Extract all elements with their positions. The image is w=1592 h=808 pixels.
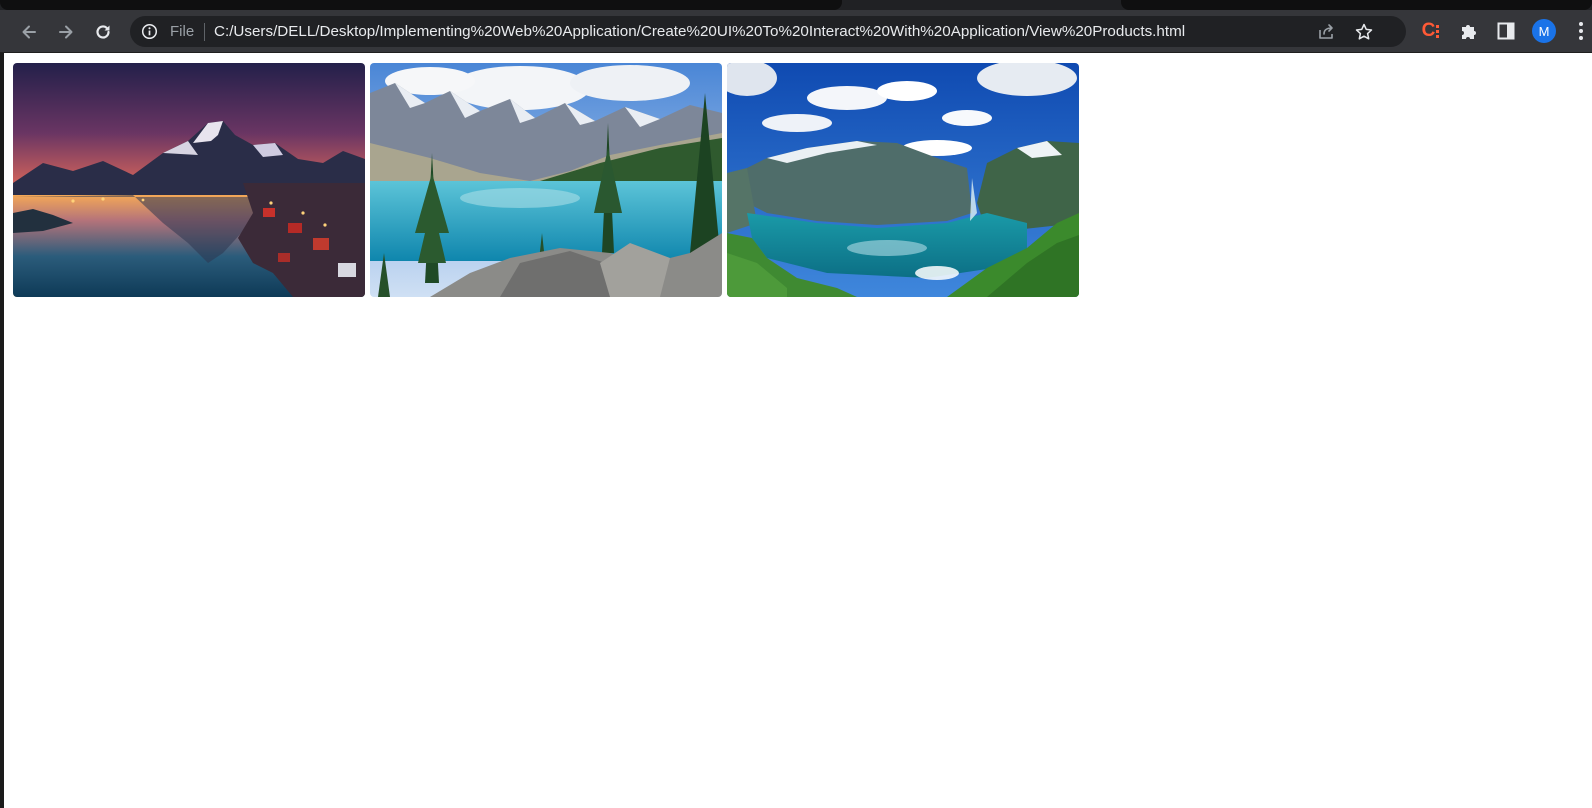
- share-icon[interactable]: [1316, 22, 1336, 42]
- tab-strip: [0, 0, 1592, 10]
- arrow-left-icon: [22, 25, 36, 39]
- tab[interactable]: [0, 0, 842, 10]
- product-image-3[interactable]: [727, 63, 1079, 297]
- reload-icon: [96, 25, 110, 39]
- profile-avatar[interactable]: M: [1532, 19, 1556, 43]
- address-bar[interactable]: File C:/Users/DELL/Desktop/Implementing%…: [130, 16, 1406, 47]
- info-icon[interactable]: [141, 23, 158, 40]
- browser-toolbar: File C:/Users/DELL/Desktop/Implementing%…: [0, 10, 1592, 52]
- product-image-1[interactable]: [13, 63, 365, 297]
- page-content: [4, 53, 1592, 808]
- side-panel-icon: [1497, 22, 1515, 40]
- address-scheme: File: [170, 23, 195, 40]
- side-panel-button[interactable]: [1495, 20, 1517, 42]
- extensions-button[interactable]: [1458, 20, 1480, 42]
- back-button[interactable]: [16, 19, 42, 45]
- forward-button[interactable]: [53, 19, 79, 45]
- url-text[interactable]: C:/Users/DELL/Desktop/Implementing%20Web…: [214, 24, 1185, 40]
- reload-button[interactable]: [90, 19, 116, 45]
- tab[interactable]: [1121, 0, 1592, 10]
- address-divider: [204, 23, 205, 41]
- product-gallery: [13, 63, 1079, 297]
- extension-bars-icon: [1436, 25, 1440, 38]
- extension-c-icon: C: [1421, 20, 1436, 41]
- puzzle-icon: [1462, 25, 1476, 39]
- fjord-image: [727, 63, 1079, 297]
- product-image-2[interactable]: [370, 63, 722, 297]
- arrow-right-icon: [59, 25, 73, 39]
- turquoise-lake-image: [370, 63, 722, 297]
- sunset-lake-image: [13, 63, 365, 297]
- star-icon[interactable]: [1354, 22, 1374, 42]
- vertical-dots-icon[interactable]: [1578, 21, 1584, 41]
- extension-button[interactable]: C: [1420, 20, 1442, 42]
